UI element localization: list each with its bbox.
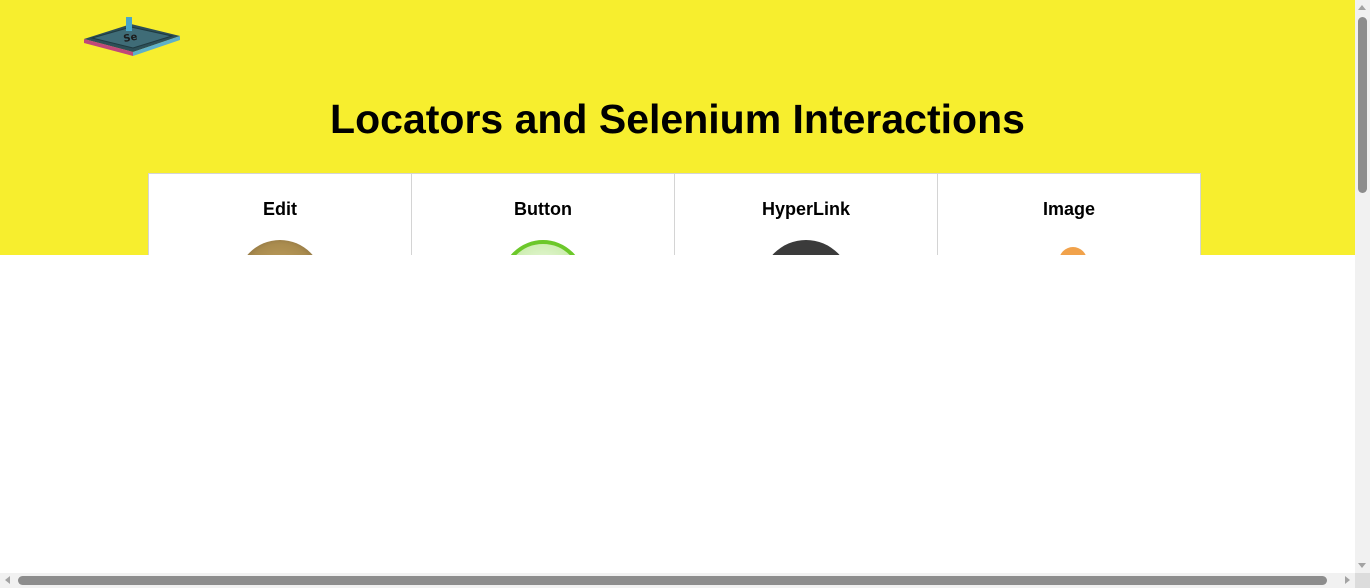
hyperlink-icon: [761, 240, 851, 255]
card-button[interactable]: Button: [411, 173, 675, 255]
vertical-scrollbar[interactable]: [1355, 0, 1370, 573]
logo-icon[interactable]: Se: [78, 15, 184, 57]
image-icon: [1059, 247, 1087, 255]
card-label-button: Button: [514, 199, 572, 219]
card-image[interactable]: Image: [937, 173, 1201, 255]
scroll-up-arrow-icon[interactable]: [1358, 5, 1366, 10]
interaction-cards: Edit Button HyperLink Image: [148, 173, 1205, 255]
scroll-left-arrow-icon[interactable]: [5, 576, 10, 584]
button-icon: [501, 240, 585, 255]
horizontal-scrollbar[interactable]: [0, 573, 1355, 588]
page-viewport: Se Locators and Selenium Interactions Ed…: [0, 0, 1355, 573]
edit-icon: [237, 240, 323, 255]
scrollbar-corner: [1355, 573, 1370, 588]
card-label-hyperlink: HyperLink: [761, 199, 851, 219]
card-label-edit: Edit: [263, 199, 297, 219]
card-label-image: Image: [1042, 199, 1096, 219]
scroll-right-arrow-icon[interactable]: [1345, 576, 1350, 584]
hero-banner: Se Locators and Selenium Interactions Ed…: [0, 0, 1355, 255]
card-hyperlink[interactable]: HyperLink: [674, 173, 938, 255]
page-title: Locators and Selenium Interactions: [330, 96, 1025, 142]
horizontal-scroll-thumb[interactable]: [18, 576, 1327, 585]
card-edit[interactable]: Edit: [148, 173, 412, 255]
vertical-scroll-thumb[interactable]: [1358, 17, 1367, 193]
scroll-down-arrow-icon[interactable]: [1358, 563, 1366, 568]
